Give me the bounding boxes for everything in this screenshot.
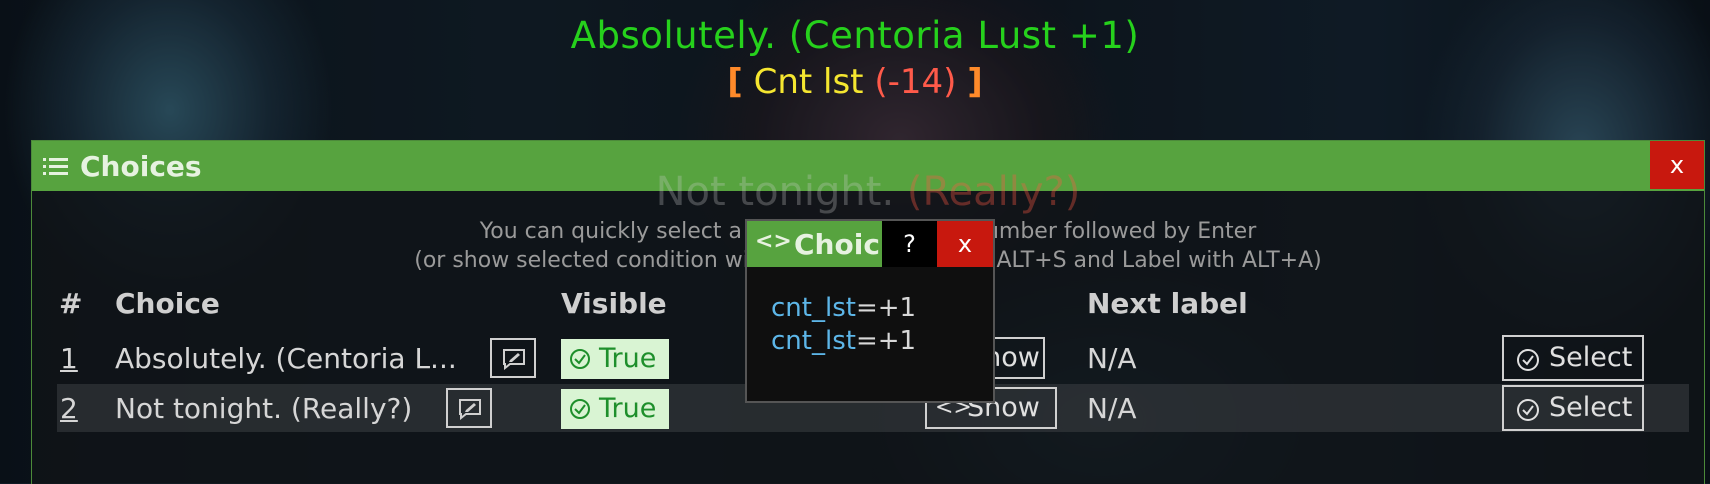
- condition-operation: =+1: [855, 293, 917, 323]
- ghost-choice-text: Not tonight. (Really?): [32, 169, 1704, 215]
- check-circle-icon: [570, 399, 590, 419]
- ghost-text-suffix: (Really?): [906, 169, 1081, 215]
- visible-true-badge: True: [561, 389, 669, 429]
- stat-name: Cnt lst: [753, 62, 864, 102]
- select-choice-button[interactable]: Select: [1502, 385, 1644, 431]
- next-label-value: N/A: [1087, 392, 1137, 425]
- condition-popup-header[interactable]: <> Choic ? x: [747, 221, 993, 267]
- close-bracket: ]: [967, 62, 983, 102]
- condition-operation: =+1: [855, 326, 917, 356]
- condition-variable: cnt_lst: [771, 326, 856, 356]
- help-button[interactable]: ?: [882, 221, 937, 267]
- condition-line: cnt_lst=+1: [771, 293, 916, 323]
- column-header-choice: Choice: [115, 287, 220, 320]
- visible-value: True: [599, 393, 657, 424]
- select-label: Select: [1549, 342, 1633, 373]
- check-circle-icon: [1517, 349, 1539, 371]
- visible-value: True: [599, 343, 657, 374]
- column-header-visible: Visible: [561, 287, 667, 320]
- next-label-value: N/A: [1087, 342, 1137, 375]
- choice-text: Not tonight. (Really?): [115, 392, 413, 425]
- ghost-text-main: Not tonight.: [655, 169, 895, 215]
- edit-choice-button[interactable]: [490, 338, 536, 378]
- condition-popup: <> Choic ? x cnt_lst=+1 cnt_lst=+1: [745, 219, 995, 403]
- choice-text: Absolutely. (Centoria L...: [115, 342, 457, 375]
- choice-result-notification: Absolutely. (Centoria Lust +1): [570, 14, 1140, 57]
- edit-text-icon: [459, 399, 481, 420]
- stat-change-notification: [ Cnt lst (-14) ]: [0, 62, 1710, 102]
- condition-line: cnt_lst=+1: [771, 326, 916, 356]
- column-header-number: #: [59, 287, 83, 320]
- condition-popup-title: Choic: [794, 228, 880, 261]
- stat-change-value: (-14): [874, 62, 957, 102]
- check-circle-icon: [1517, 399, 1539, 421]
- visible-true-badge: True: [561, 339, 669, 379]
- choice-number-link[interactable]: 1: [60, 342, 78, 375]
- choice-number-link[interactable]: 2: [60, 392, 78, 425]
- open-bracket: [: [727, 62, 743, 102]
- edit-choice-button[interactable]: [446, 388, 492, 428]
- code-icon: <>: [755, 229, 792, 254]
- select-choice-button[interactable]: Select: [1502, 335, 1644, 381]
- condition-variable: cnt_lst: [771, 293, 856, 323]
- column-header-next-label: Next label: [1087, 287, 1248, 320]
- edit-text-icon: [503, 349, 525, 370]
- condition-popup-close-button[interactable]: x: [937, 221, 993, 267]
- check-circle-icon: [570, 349, 590, 369]
- select-label: Select: [1549, 392, 1633, 423]
